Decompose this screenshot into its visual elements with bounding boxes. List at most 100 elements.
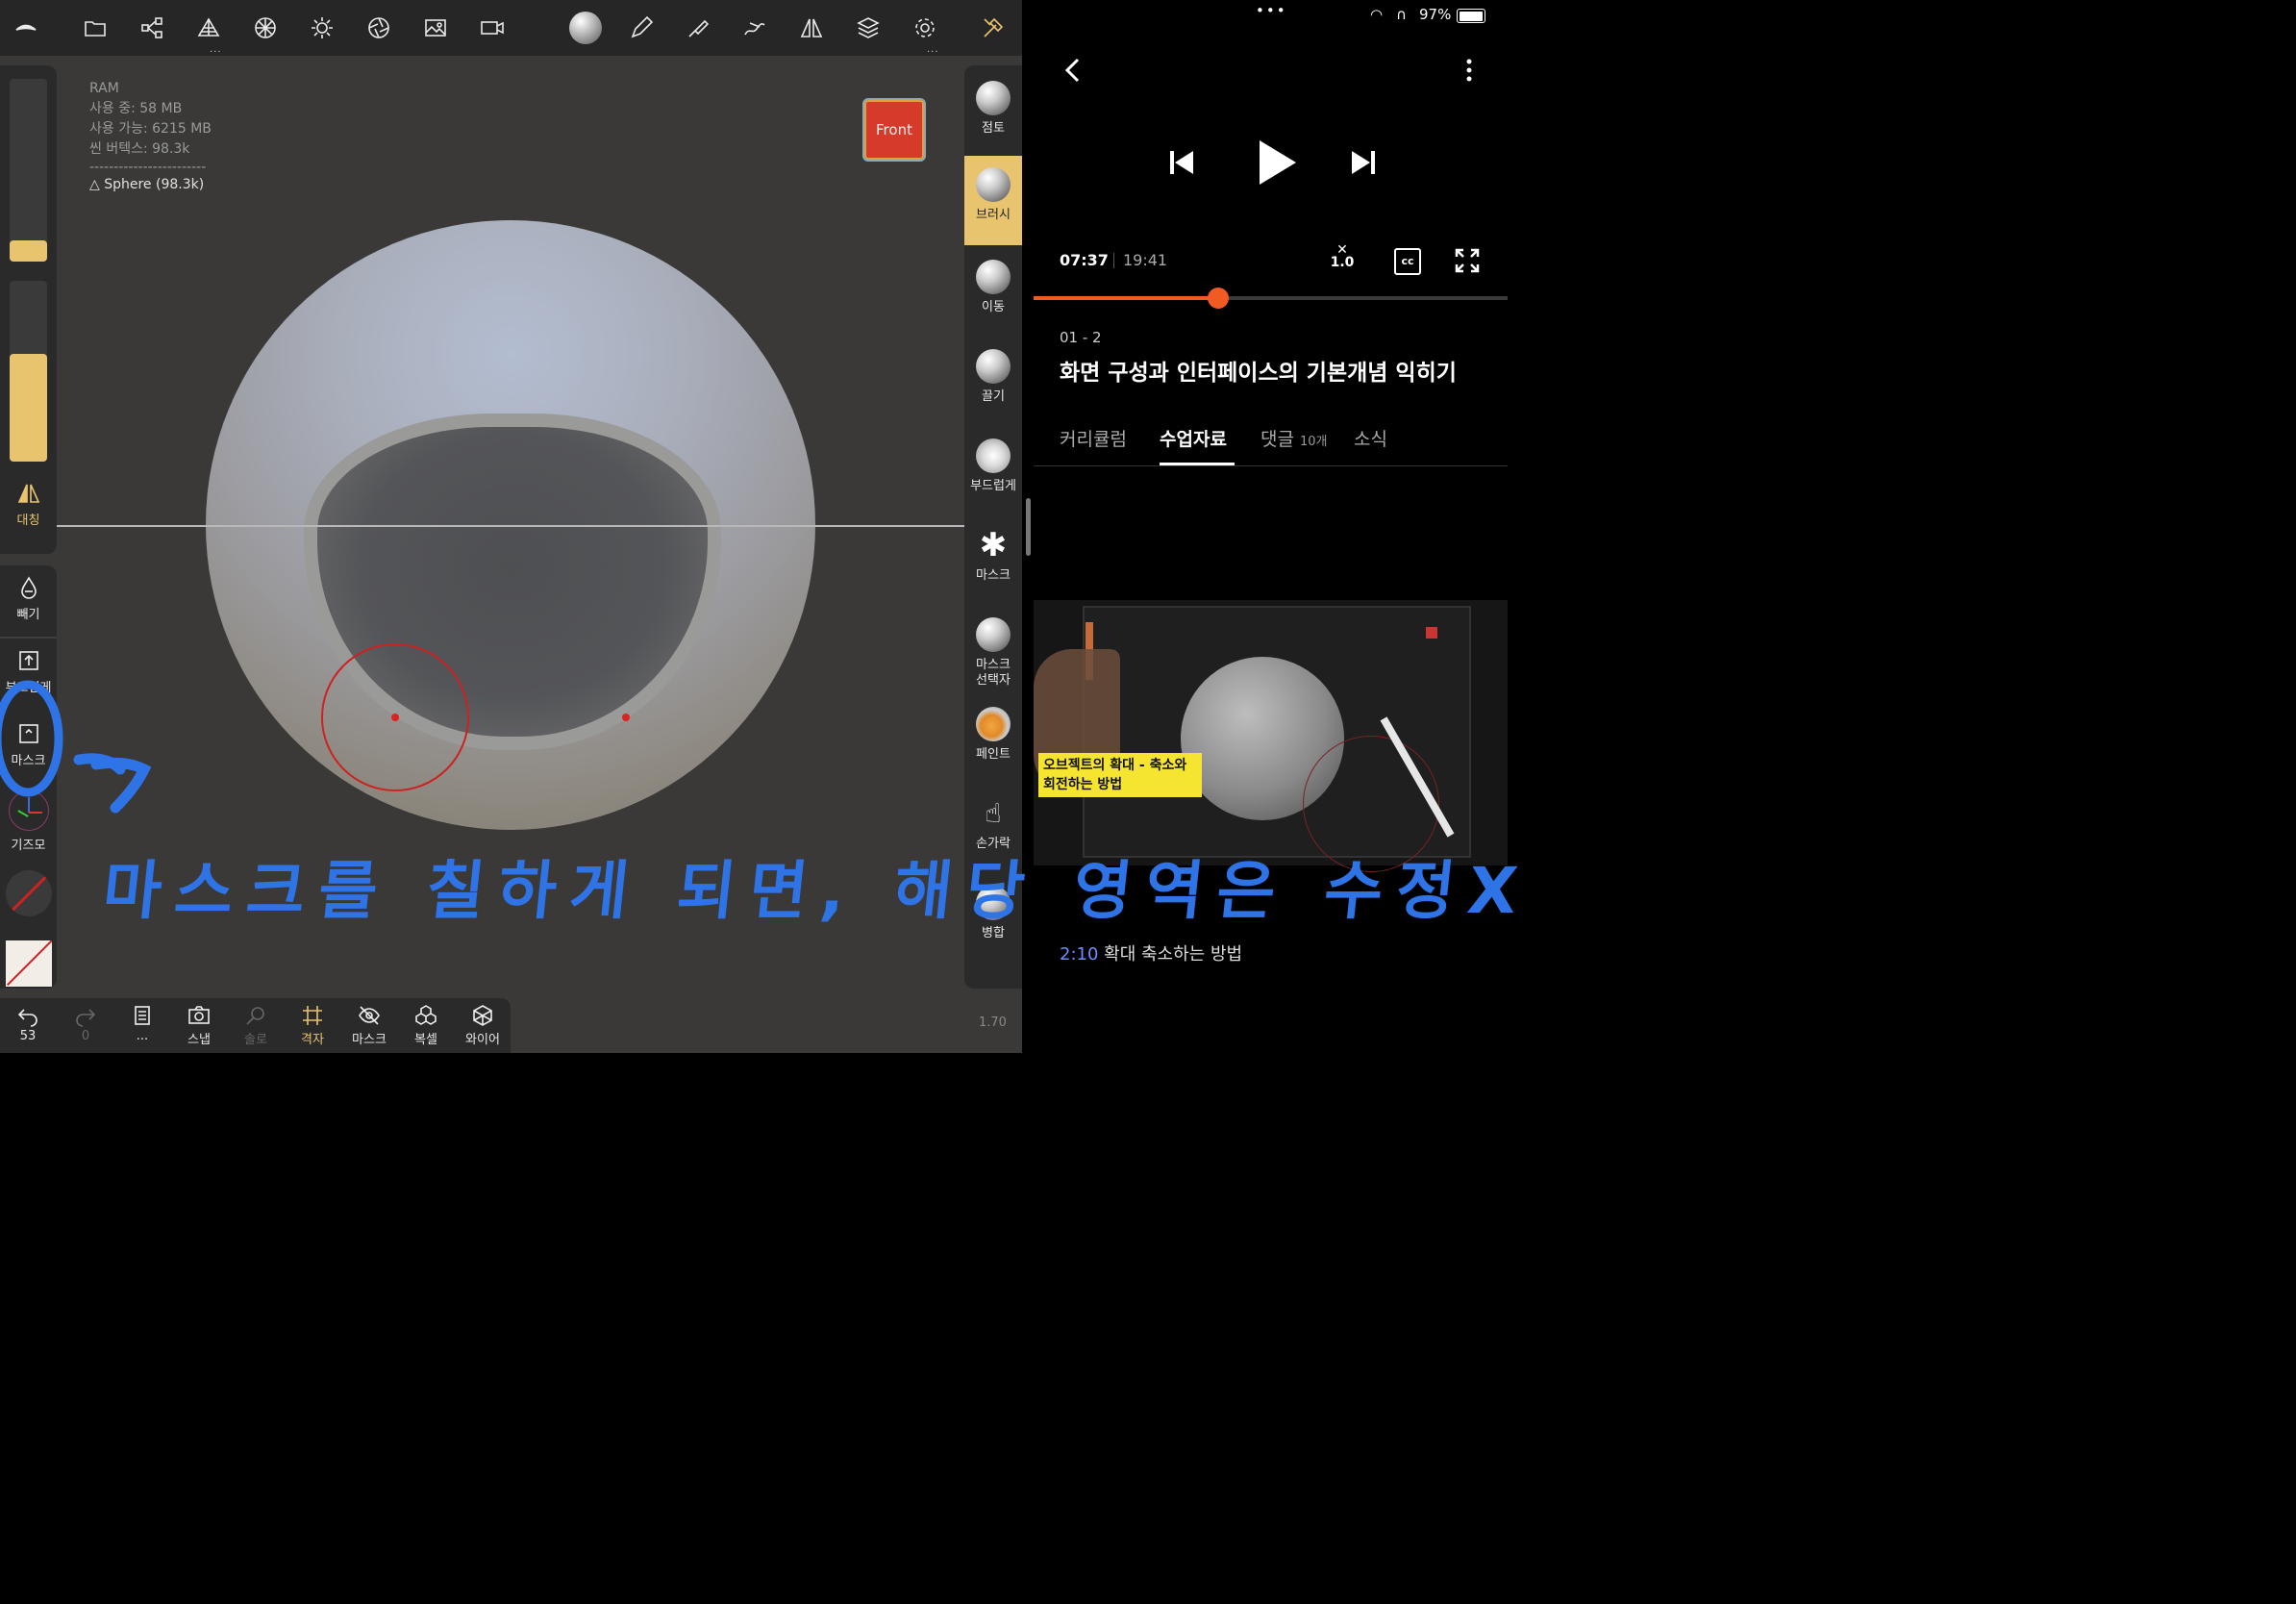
material-sphere-icon[interactable]: [249, 12, 282, 44]
playback-speed-button[interactable]: ✕ 1.0: [1327, 243, 1358, 269]
split-view-handle[interactable]: [1026, 498, 1031, 556]
snap-button[interactable]: 스냅: [175, 1004, 223, 1047]
captions-button[interactable]: cc: [1394, 248, 1421, 275]
video-camera-icon[interactable]: [476, 12, 509, 44]
ram-label: RAM: [89, 81, 119, 96]
battery-icon: [1457, 9, 1485, 23]
mesh-entry[interactable]: △ Sphere (98.3k): [89, 175, 212, 195]
previous-button[interactable]: [1166, 146, 1197, 179]
wireframe-button[interactable]: 와이어: [459, 1004, 507, 1047]
tab-curriculum[interactable]: 커리큘럼: [1060, 425, 1127, 451]
history-more: ...: [136, 1029, 149, 1043]
tool-mask[interactable]: ✱ 마스크: [964, 516, 1022, 606]
lesson-number: 01 - 2: [1060, 329, 1102, 346]
cc-icon: cc: [1401, 255, 1414, 267]
thumbnail-caption: 오브젝트의 확대 - 축소와 회전하는 방법: [1038, 753, 1202, 797]
brush-icon[interactable]: [682, 12, 714, 44]
drag-icon: [976, 349, 1011, 384]
hide-mask-button[interactable]: 마스크: [345, 1004, 393, 1047]
image-icon[interactable]: [419, 12, 452, 44]
chevron-left-icon: [1064, 58, 1080, 83]
more-options-button[interactable]: [1460, 56, 1479, 85]
redo-icon: [76, 1009, 96, 1027]
next-button[interactable]: [1348, 146, 1379, 179]
tab-curriculum-label: 커리큘럼: [1060, 429, 1127, 450]
clay-icon: [976, 81, 1011, 115]
tool-move[interactable]: 이동: [964, 248, 1022, 338]
more-vertical-icon: [1466, 59, 1472, 82]
total-duration: 19:41: [1123, 251, 1168, 269]
ram-available: 사용 가능: 6215 MB: [89, 121, 212, 137]
view-cube-front[interactable]: Front: [862, 98, 926, 162]
smooth-shortcut[interactable]: 부드럽게: [0, 648, 57, 695]
annotation-text: 마스크를 칠하게 되면, 해당 영역은 수정X: [99, 854, 1535, 928]
wireframe-label: 와이어: [465, 1033, 500, 1047]
chapter-timestamp[interactable]: 2:10: [1060, 944, 1098, 965]
tool-paint[interactable]: 페인트: [964, 695, 1022, 785]
tools-icon[interactable]: [977, 12, 1010, 44]
texture-swatch[interactable]: [6, 940, 52, 987]
left-panel-bottom: [0, 565, 57, 989]
mask-box-icon: [18, 724, 38, 743]
tool-drag[interactable]: 끌기: [964, 338, 1022, 427]
snap-label: 스냅: [187, 1033, 211, 1047]
version-label: 1.70: [979, 1015, 1007, 1030]
scene-graph-icon[interactable]: [136, 12, 168, 44]
headphones-icon: ∩: [1396, 6, 1407, 23]
voxel-button[interactable]: 복셀: [402, 1004, 450, 1047]
search-icon: [246, 1007, 264, 1025]
tool-mask-selector[interactable]: 마스크 선택자: [964, 606, 1022, 702]
pencil-icon[interactable]: [625, 12, 658, 44]
layers-icon[interactable]: [852, 12, 885, 44]
tool-clay[interactable]: 점토: [964, 69, 1022, 159]
mask-selector-icon: [976, 617, 1011, 652]
progress-knob[interactable]: [1208, 288, 1229, 309]
play-button[interactable]: [1252, 137, 1300, 188]
skip-previous-icon: [1170, 151, 1193, 174]
radius-slider[interactable]: [10, 79, 47, 262]
intensity-slider-fill: [10, 354, 47, 462]
redo-button[interactable]: 0: [62, 1004, 110, 1043]
symmetry-icon[interactable]: [795, 12, 828, 44]
smooth-icon: [976, 439, 1011, 473]
camera-lens-icon[interactable]: [362, 12, 395, 44]
radius-slider-fill: [10, 240, 47, 262]
symmetry-toggle[interactable]: 대칭: [0, 481, 57, 528]
progress-fill: [1034, 296, 1218, 300]
history-button[interactable]: ...: [118, 1004, 166, 1043]
settings-icon[interactable]: [909, 12, 941, 44]
undo-button[interactable]: 53: [4, 1004, 52, 1043]
alpha-preview[interactable]: [6, 870, 52, 916]
tab-materials[interactable]: 수업자료: [1160, 425, 1227, 451]
gizmo-icon: [8, 790, 49, 831]
gizmo-toggle[interactable]: 기즈모: [0, 790, 57, 853]
mesh-icon: △: [89, 177, 105, 192]
multitask-dots[interactable]: •••: [1256, 2, 1287, 19]
smooth-label: 부드럽게: [5, 681, 52, 695]
chapter-link[interactable]: 2:10 확대 축소하는 방법: [1060, 940, 1242, 965]
folder-icon[interactable]: [79, 12, 112, 44]
intensity-slider[interactable]: [10, 281, 47, 462]
subtract-toggle[interactable]: 빼기: [0, 575, 57, 622]
mask-shortcut[interactable]: 마스크: [0, 721, 57, 768]
stroke-icon[interactable]: [738, 12, 771, 44]
grid-button[interactable]: 격자: [288, 1004, 337, 1047]
back-button[interactable]: [1060, 56, 1088, 85]
topology-icon[interactable]: [192, 12, 225, 44]
nomad-logo-icon[interactable]: [10, 12, 42, 44]
solo-button[interactable]: 솔로: [232, 1004, 280, 1047]
tab-comments[interactable]: 댓글 10개: [1260, 425, 1328, 451]
grid-icon: [303, 1006, 322, 1025]
gizmo-label: 기즈모: [11, 839, 46, 853]
brush-ball-icon: [976, 167, 1011, 202]
material-ball-icon[interactable]: [567, 10, 604, 46]
light-icon[interactable]: [306, 12, 338, 44]
comment-count: 10개: [1300, 435, 1328, 449]
tab-news[interactable]: 소식: [1354, 425, 1387, 451]
chapter-title: 확대 축소하는 방법: [1104, 944, 1243, 965]
play-icon: [1260, 140, 1296, 185]
fullscreen-button[interactable]: [1454, 247, 1481, 274]
brush-point: [391, 714, 399, 721]
tool-brush[interactable]: 브러시: [964, 156, 1022, 245]
tool-smooth[interactable]: 부드럽게: [964, 427, 1022, 516]
